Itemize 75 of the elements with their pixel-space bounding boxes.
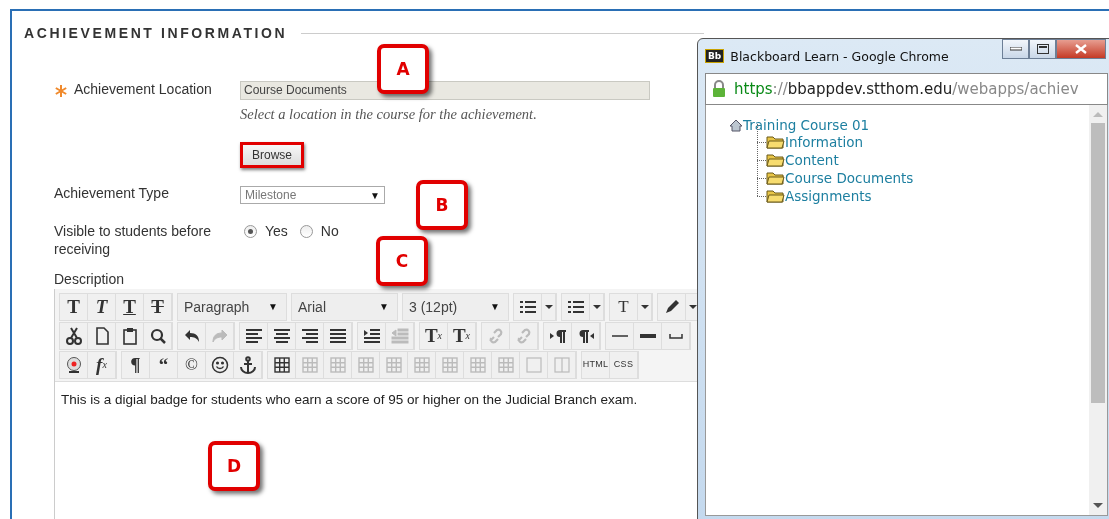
webcam-icon <box>64 355 83 374</box>
tree-item[interactable]: Content <box>785 152 839 168</box>
clipboard-icon <box>120 326 139 345</box>
smiley-icon <box>210 355 229 374</box>
scroll-down-icon <box>1093 503 1103 509</box>
section-heading: ACHIEVEMENT INFORMATION <box>24 25 288 41</box>
outdent-icon <box>390 326 409 345</box>
caret-icon <box>592 303 601 310</box>
folder-icon <box>766 153 785 167</box>
table-icon <box>356 355 375 374</box>
radio-label[interactable]: Yes <box>265 223 288 239</box>
minimize-icon <box>1009 47 1022 51</box>
align-center-icon <box>272 326 291 345</box>
toolbar-button[interactable] <box>542 293 556 320</box>
close-button[interactable] <box>1056 39 1106 59</box>
split-square-icon <box>552 355 571 374</box>
browse-button[interactable]: Browse <box>240 142 304 168</box>
field-label: Description <box>54 271 125 287</box>
scroll-up-icon <box>1093 111 1103 117</box>
type-dropdown[interactable]: Milestone ▼ <box>240 186 385 204</box>
scrollbar[interactable] <box>1089 105 1107 515</box>
tree-item[interactable]: Information <box>785 134 864 150</box>
field-label: Achievement Type <box>54 185 169 201</box>
folder-icon <box>766 135 785 149</box>
justify-icon <box>328 326 347 345</box>
field-label: Achievement Location <box>74 81 212 97</box>
url-text: https://bbappdev.stthom.edu/webapps/achiev <box>734 80 1079 98</box>
table-icon <box>440 355 459 374</box>
description-text[interactable]: This is a digial badge for students who earn a score of 95 or higher on the Judicial Branch exam. <box>61 392 638 407</box>
app-logo: Bb <box>705 49 725 63</box>
caret-icon <box>640 303 649 310</box>
location-field[interactable]: Course Documents <box>240 81 650 100</box>
tree-item[interactable]: Course Documents <box>785 170 914 186</box>
indent-icon <box>362 326 381 345</box>
line-icon <box>611 334 628 337</box>
field-hint: Select a location in the course for the achievement. <box>240 106 537 123</box>
table-icon <box>272 355 291 374</box>
folder-icon <box>766 189 785 203</box>
address-bar[interactable]: https://bbappdev.stthom.edu/webapps/achiev <box>705 73 1108 105</box>
close-icon <box>1075 44 1087 54</box>
align-left-icon <box>244 326 263 345</box>
toolbar-button[interactable]: HTML <box>582 351 610 378</box>
radio-label[interactable]: No <box>320 223 339 239</box>
search-icon <box>148 326 167 345</box>
home-icon <box>729 118 743 132</box>
callout-label: C <box>376 236 428 286</box>
radio-button[interactable] <box>299 224 313 238</box>
table-icon <box>412 355 431 374</box>
square-icon <box>524 355 543 374</box>
anchor-icon <box>238 355 257 374</box>
folder-icon <box>766 171 785 185</box>
table-icon <box>496 355 515 374</box>
tree-item[interactable]: Assignments <box>785 188 872 204</box>
table-icon <box>468 355 487 374</box>
toolbar-button[interactable] <box>590 293 604 320</box>
table-icon <box>300 355 319 374</box>
table-icon <box>328 355 347 374</box>
field-label: Visible to students before receiving <box>54 222 212 258</box>
align-right-icon <box>300 326 319 345</box>
caret-icon <box>544 303 553 310</box>
maximize-button[interactable] <box>1029 39 1056 59</box>
maximize-icon <box>1036 44 1049 54</box>
scissors-icon <box>64 326 83 345</box>
radio-button[interactable] <box>244 224 257 238</box>
toolbar-button[interactable] <box>638 293 652 320</box>
callout-label: D <box>208 441 260 491</box>
minimize-button[interactable] <box>1002 39 1029 59</box>
window-title: Blackboard Learn - Google Chrome <box>730 48 949 64</box>
caret-icon <box>688 303 697 310</box>
callout-label: B <box>416 180 468 230</box>
callout-label: A <box>377 44 429 94</box>
tree-item[interactable]: Training Course 01 <box>743 117 870 133</box>
space-icon <box>668 332 683 339</box>
table-icon <box>384 355 403 374</box>
lock-icon <box>712 80 726 98</box>
